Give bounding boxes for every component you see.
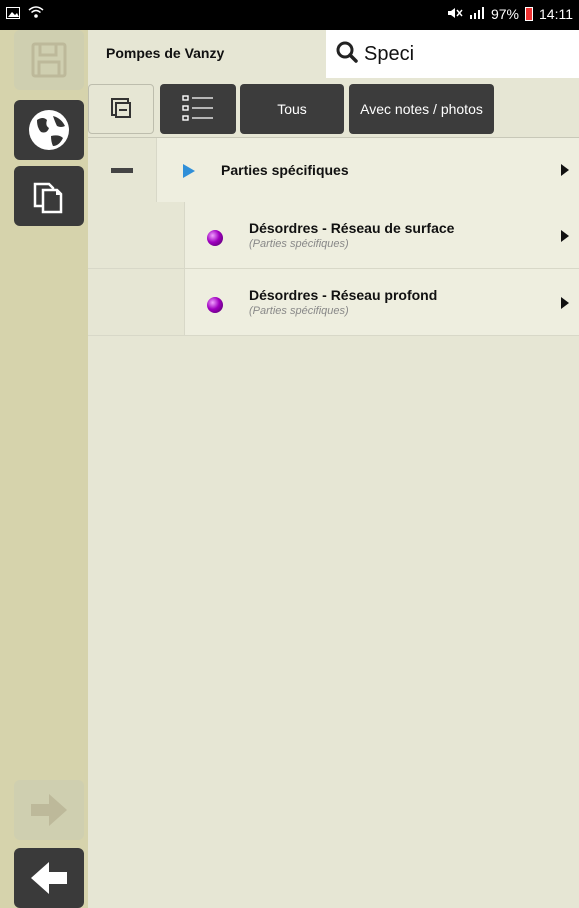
sphere-icon [207, 230, 223, 246]
filter-all-button[interactable]: Tous [240, 84, 344, 134]
group-label: Parties spécifiques [221, 162, 349, 178]
sphere-icon [207, 297, 223, 313]
group-row[interactable]: Parties spécifiques [88, 138, 579, 202]
list-item-title: Désordres - Réseau profond [249, 287, 438, 303]
list-item-content[interactable]: Désordres - Réseau profond (Parties spéc… [184, 269, 579, 335]
list-item-subtitle: (Parties spécifiques) [249, 305, 349, 317]
indent-spacer [88, 202, 184, 268]
battery-icon [525, 7, 533, 21]
filter-notes-photos-button[interactable]: Avec notes / photos [349, 84, 494, 134]
battery-percent: 97% [490, 6, 519, 22]
search-value: Speci [364, 42, 415, 65]
copy-button[interactable] [14, 166, 84, 226]
globe-icon [27, 108, 71, 152]
mute-icon [447, 6, 463, 22]
list-item-subtitle: (Parties spécifiques) [249, 238, 349, 250]
copy-icon [29, 176, 69, 216]
group-content[interactable]: Parties spécifiques [156, 138, 579, 202]
status-bar: 97% 14:11 [0, 0, 579, 30]
search-icon [336, 41, 358, 68]
project-title: Pompes de Vanzy [106, 45, 225, 61]
clock: 14:11 [539, 6, 573, 22]
collapse-all-button[interactable] [88, 84, 154, 134]
list-icon [181, 93, 215, 126]
wifi-icon [28, 5, 44, 22]
image-icon [6, 6, 20, 22]
list-item-content[interactable]: Désordres - Réseau de surface (Parties s… [184, 202, 579, 268]
arrow-left-icon [27, 858, 71, 898]
expand-triangle-icon [182, 163, 196, 184]
signal-icon [469, 6, 485, 22]
minus-icon [111, 167, 133, 173]
next-button[interactable] [14, 780, 84, 840]
list-item[interactable]: Désordres - Réseau profond (Parties spéc… [88, 269, 579, 336]
chevron-right-icon [561, 297, 569, 309]
main-panel: Pompes de Vanzy Speci Tous Avec notes / … [88, 30, 579, 908]
chevron-right-icon [561, 230, 569, 242]
list-view-button[interactable] [160, 84, 236, 134]
toolbar: Tous Avec notes / photos [88, 82, 579, 138]
collapse-icon [109, 96, 133, 123]
search-input[interactable]: Speci [326, 30, 579, 78]
map-button[interactable] [14, 100, 84, 160]
save-icon [29, 40, 69, 80]
list-item-title: Désordres - Réseau de surface [249, 220, 455, 236]
save-button[interactable] [14, 30, 84, 90]
list-item[interactable]: Désordres - Réseau de surface (Parties s… [88, 202, 579, 269]
chevron-right-icon [561, 164, 569, 176]
collapse-group-button[interactable] [88, 138, 156, 202]
sidebar [0, 30, 88, 908]
top-bar: Pompes de Vanzy Speci [88, 30, 579, 80]
arrow-right-icon [27, 790, 71, 830]
indent-spacer [88, 269, 184, 335]
back-button[interactable] [14, 848, 84, 908]
